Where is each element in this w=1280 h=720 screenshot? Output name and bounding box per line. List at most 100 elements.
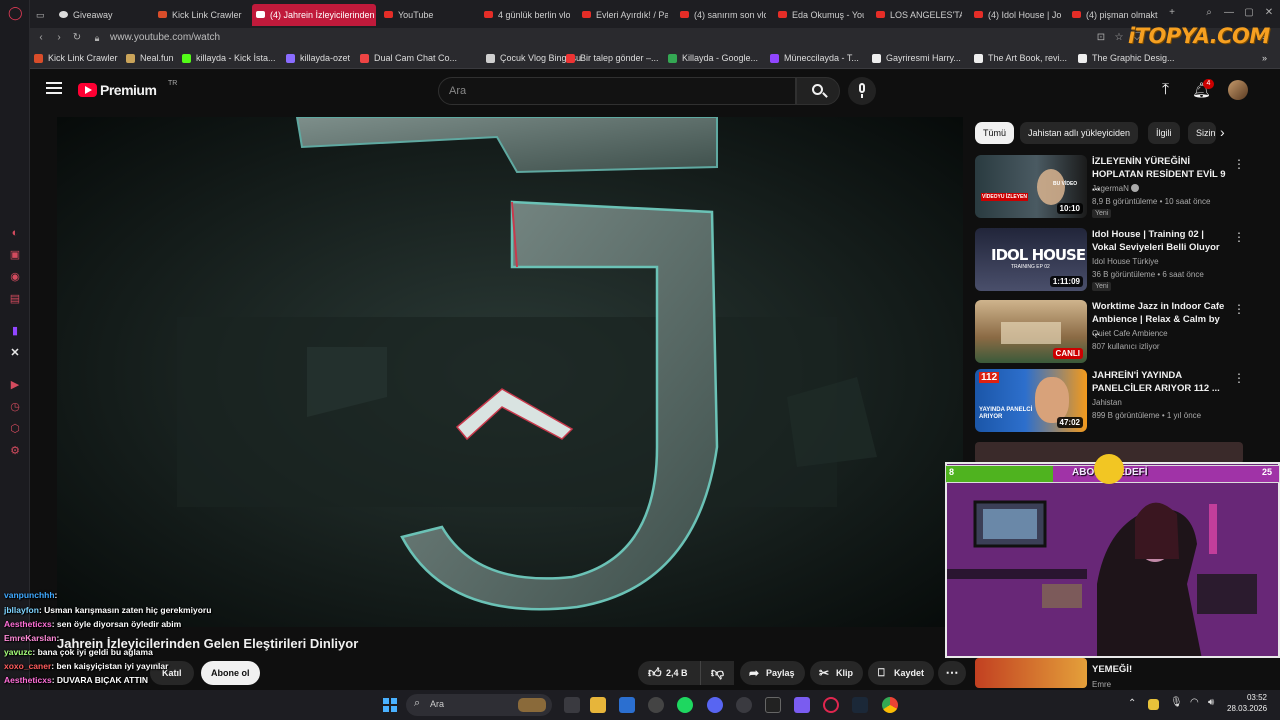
tab-son-vlog[interactable]: (4) sanırım son vlo <box>676 4 766 26</box>
rec-6-title[interactable]: YEMEĞİ! <box>1092 664 1132 675</box>
rec-video-1[interactable]: BU VİDEO VİDEOYU İZLEYEN 10:10 İZLEYENİN… <box>975 155 1250 219</box>
app-grid-icon[interactable] <box>794 697 810 713</box>
bookmark-item[interactable]: Müneccilayda - T... <box>770 51 859 66</box>
video-player[interactable] <box>57 117 963 627</box>
subscribe-button[interactable]: Abone ol <box>201 661 260 685</box>
extensions-icon[interactable]: ⬡ <box>8 422 22 436</box>
bookmark-item[interactable]: killayda - Kick İsta... <box>182 51 276 66</box>
minimize-icon[interactable]: — <box>1222 6 1236 20</box>
history-icon[interactable]: ◷ <box>8 400 22 414</box>
rec-title[interactable]: JAHREİN'İ YAYINDA PANELCİLER ARIYOR 112 … <box>1092 369 1230 395</box>
bookmark-item[interactable]: Dual Cam Chat Co... <box>360 51 457 66</box>
bookmark-item[interactable]: killayda-ozet <box>286 51 350 66</box>
rec-video-4[interactable]: 112 YAYINDA PANELCİ ARIYOR 47:02 JAHREİN'… <box>975 369 1250 433</box>
task-view-icon[interactable] <box>564 697 580 713</box>
sidebar-messenger-icon[interactable]: ◉ <box>8 270 22 284</box>
save-button[interactable]: ⎕ Kaydet <box>868 661 935 685</box>
rec-menu-icon[interactable]: ⋮ <box>1233 371 1245 385</box>
opera-gx-icon[interactable] <box>823 697 839 713</box>
upload-icon[interactable]: ⤒ <box>1162 81 1169 99</box>
steam-icon[interactable] <box>852 697 868 713</box>
twitch-icon[interactable]: ▮ <box>8 324 22 338</box>
rec-title[interactable]: Idol House | Training 02 | Vokal Seviyel… <box>1092 228 1230 254</box>
more-actions-icon[interactable]: ⋯ <box>938 661 966 685</box>
forward-icon[interactable]: › <box>52 31 66 45</box>
file-explorer-icon[interactable] <box>590 697 606 713</box>
rec-channel[interactable]: Jahistan <box>1092 398 1122 407</box>
url-field[interactable]: www.youtube.com/watch <box>110 30 1010 46</box>
bookmark-item[interactable]: Bir talep gönder –... <box>566 51 659 66</box>
tray-mic-icon[interactable]: 🎙︎ <box>1170 697 1183 708</box>
tab-pisman[interactable]: (4) pişman olmakt <box>1068 4 1162 26</box>
bookmark-item[interactable]: The Graphic Desig... <box>1078 51 1175 66</box>
share-button[interactable]: ➦ Paylaş <box>740 661 805 685</box>
bookmarks-overflow-icon[interactable]: » <box>1262 51 1267 66</box>
windows-start-icon[interactable] <box>382 697 398 713</box>
chip-uploader[interactable]: Jahistan adlı yükleyiciden <box>1020 122 1139 144</box>
tab-berlin-vlog[interactable]: 4 günlük berlin vlo <box>480 4 570 26</box>
rec-video-6-thumb[interactable] <box>975 658 1087 688</box>
tab-workspaces-icon[interactable]: ▭ <box>32 4 54 26</box>
sidebar-music-icon[interactable]: ▤ <box>8 292 22 306</box>
tab-youtube[interactable]: YouTube <box>380 4 464 26</box>
rec-menu-icon[interactable]: ⋮ <box>1233 157 1245 171</box>
bookmark-item[interactable]: The Art Book, revi... <box>974 51 1067 66</box>
tray-chevron-icon[interactable]: ⌃ <box>1128 698 1136 709</box>
sidebar-aria-icon[interactable]: ◐ <box>8 226 22 240</box>
tab-active-video[interactable]: (4) Jahrein İzleyicilerinden <box>252 4 376 26</box>
new-tab-icon[interactable]: + <box>1165 6 1179 20</box>
chip-all[interactable]: Tümü <box>975 122 1015 144</box>
back-icon[interactable]: ‹ <box>34 31 48 45</box>
hamburger-menu-icon[interactable] <box>46 82 62 96</box>
reload-icon[interactable]: ↻ <box>70 31 84 45</box>
search-button[interactable] <box>796 77 840 105</box>
rec-channel[interactable]: Quiet Cafe Ambience <box>1092 329 1168 338</box>
rec-channel[interactable]: Idol House Türkiye <box>1092 257 1159 266</box>
rec-menu-icon[interactable]: ⋮ <box>1233 230 1245 244</box>
bookmark-item[interactable]: Kick Link Crawler <box>34 51 118 66</box>
chips-next-icon[interactable]: › <box>1220 124 1225 140</box>
maximize-icon[interactable]: ▢ <box>1242 6 1256 20</box>
tab-evleri[interactable]: Evleri Ayırdık! / Pa <box>578 4 668 26</box>
tray-wifi-icon[interactable]: ◠ <box>1190 697 1199 708</box>
tray-volume-icon[interactable]: 🔊︎ <box>1208 697 1214 708</box>
bookmark-item[interactable]: Neal.fun <box>126 51 174 66</box>
tab-eda-okumus[interactable]: Eda Okumuş - You <box>774 4 864 26</box>
sidebar-bag-icon[interactable]: ▣ <box>8 248 22 262</box>
close-window-icon[interactable]: ✕ <box>1262 6 1276 20</box>
tab-kick-link-crawler[interactable]: Kick Link Crawler <box>154 4 250 26</box>
spotify-icon[interactable] <box>677 697 693 713</box>
github-icon[interactable] <box>648 697 664 713</box>
rec-menu-icon[interactable]: ⋮ <box>1233 302 1245 316</box>
tab-giveaway[interactable]: Giveaway <box>55 4 151 26</box>
settings-icon[interactable]: ⚙ <box>8 444 22 458</box>
chrome-icon[interactable] <box>882 697 898 713</box>
tab-search-icon[interactable]: ⌕ <box>1202 6 1216 20</box>
taskbar-search[interactable]: ⌕ Ara <box>406 694 552 716</box>
rec-video-3[interactable]: CANLI Worktime Jazz in Indoor Cafe Ambie… <box>975 300 1250 364</box>
chip-for-you[interactable]: Sizin için <box>1188 122 1216 144</box>
snapshot-icon[interactable]: ⊡ <box>1094 31 1108 45</box>
bookmark-item[interactable]: Killayda - Google... <box>668 51 758 66</box>
clock-date[interactable]: 28.03.2026 <box>1227 704 1267 713</box>
mic-button[interactable] <box>848 77 876 105</box>
clip-button[interactable]: ✂ Klip <box>810 661 863 685</box>
search-input[interactable]: Ara <box>438 77 796 105</box>
dislike-button[interactable]: 👎︎ <box>700 661 734 685</box>
player-icon[interactable]: ▶ <box>8 378 22 392</box>
terminal-icon[interactable] <box>765 697 781 713</box>
rec-6-channel[interactable]: Emre <box>1092 680 1111 689</box>
rec-video-2[interactable]: IDOL HOUSE TRAINING EP 02 1:11:09 Idol H… <box>975 228 1250 292</box>
settings-app-icon[interactable] <box>736 697 752 713</box>
bookmark-item[interactable]: Gayriresmi Harry... <box>872 51 961 66</box>
x-icon[interactable]: ✕ <box>8 346 22 360</box>
avatar[interactable] <box>1228 80 1248 100</box>
clock-time[interactable]: 03:52 <box>1227 693 1267 702</box>
bookmark-star-icon[interactable]: ☆ <box>1112 31 1126 45</box>
chip-related[interactable]: İlgili <box>1148 122 1180 144</box>
tray-app-icon[interactable] <box>1148 699 1159 710</box>
tab-los-angeles[interactable]: LOS ANGELES'TA <box>872 4 962 26</box>
discord-icon[interactable] <box>707 697 723 713</box>
opera-logo-icon[interactable]: ◯ <box>8 6 23 20</box>
tab-idol-house[interactable]: (4) Idol House | Jo <box>970 4 1062 26</box>
